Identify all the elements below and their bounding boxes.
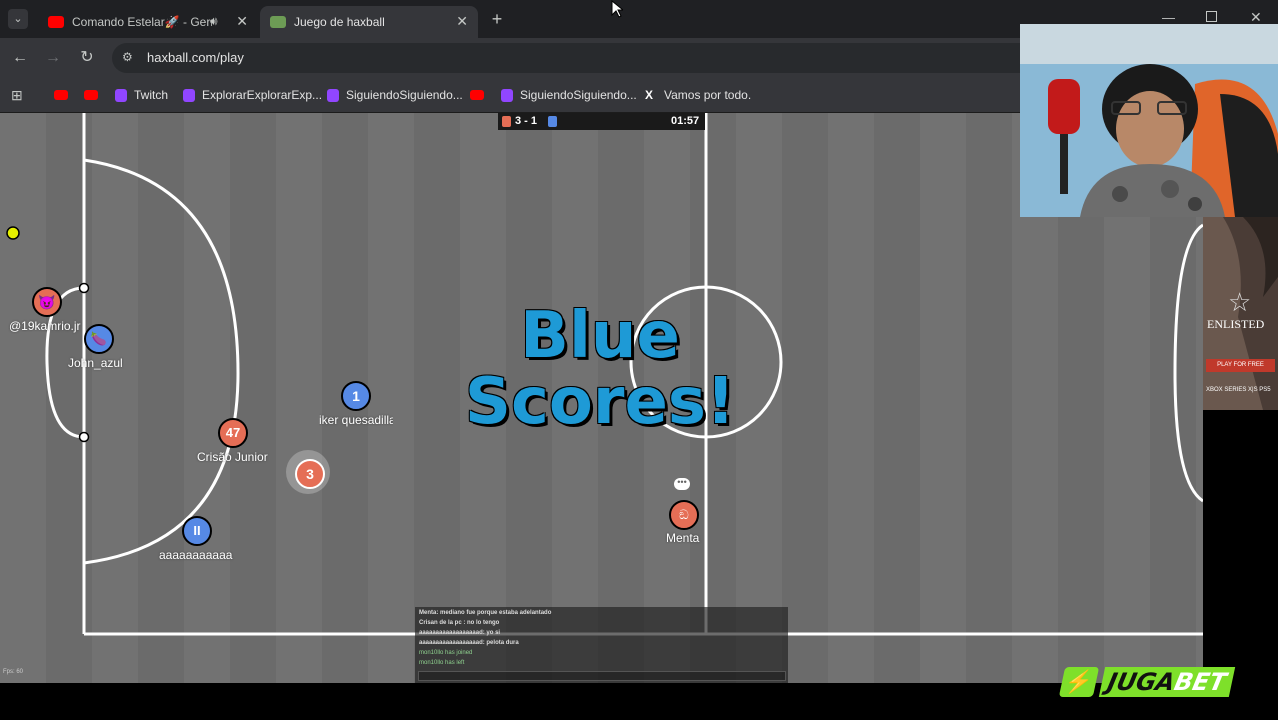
chat-bubble-icon: ••• xyxy=(674,478,690,490)
player-disc-red: 😈 xyxy=(32,287,62,317)
lightning-icon: ⚡ xyxy=(1058,667,1100,697)
apps-icon[interactable]: ⊞ xyxy=(11,87,23,103)
mouse-cursor-icon xyxy=(611,0,625,23)
jugabet-wordmark: JUGABET xyxy=(1098,667,1235,697)
x-icon: X xyxy=(645,88,654,102)
new-tab-button[interactable]: + xyxy=(487,9,507,29)
bookmark-label: ExplorarExplorarExp... xyxy=(202,88,323,102)
twitch-icon xyxy=(501,88,513,102)
chat-panel: Menta: mediano fue porque estaba adelant… xyxy=(415,607,788,683)
chat-message: aaaaaaaaaaaaaaaaaad: yo si xyxy=(419,630,501,636)
bookmark-label: Vamos por todo. xyxy=(664,88,752,102)
fps-counter: Fps: 60 xyxy=(3,669,24,675)
close-tab-icon[interactable]: ✕ xyxy=(236,13,248,30)
player-disc-red: 47 xyxy=(218,418,248,448)
chat-message: Menta: mediano fue porque estaba adelant… xyxy=(419,610,552,616)
goal-banner-line2: Scores! xyxy=(464,365,736,439)
haxball-icon xyxy=(270,16,286,28)
player-name: Menta xyxy=(666,531,700,545)
tab-title: Comando Estelar🚀 - Germ xyxy=(72,15,212,29)
red-team-indicator xyxy=(502,116,511,127)
bookmark-youtube-1[interactable] xyxy=(54,87,75,103)
chevron-down-icon: ⌄ xyxy=(13,13,23,25)
player-name: John_azul xyxy=(68,356,123,370)
chat-notice: mon10llo has left xyxy=(419,660,465,666)
match-timer: 01:57 xyxy=(671,115,700,127)
ad-play-button[interactable]: PLAY FOR FREE xyxy=(1206,359,1275,372)
bookmark-youtube-3[interactable] xyxy=(470,87,491,103)
scoreboard: 3 - 1 01:57 xyxy=(498,113,705,130)
player-name: aaaaaaaaaaa xyxy=(159,548,233,562)
bookmark-twitch-following[interactable]: SiguiendoSiguiendo... xyxy=(327,87,463,103)
site-info-icon[interactable]: ⚙ xyxy=(122,50,133,64)
youtube-icon xyxy=(470,90,484,100)
bookmark-x[interactable]: X Vamos por todo. xyxy=(645,87,751,103)
back-button[interactable]: ← xyxy=(9,47,31,69)
streamer-camera-image xyxy=(1020,24,1278,217)
bookmark-label: SiguiendoSiguiendo... xyxy=(346,88,463,102)
bookmark-twitch-following-2[interactable]: SiguiendoSiguiendo... xyxy=(501,87,637,103)
score-text: 3 - 1 xyxy=(515,115,538,127)
player-name: iker quesadilla xyxy=(319,413,393,427)
webcam-overlay xyxy=(1020,24,1278,217)
jugabet-logo: ⚡ JUGABET xyxy=(1058,664,1260,700)
twitch-icon xyxy=(115,88,127,102)
goal-banner: Blue Scores! xyxy=(440,303,760,435)
speaker-icon[interactable]: 🔊︎ xyxy=(210,14,218,29)
twitch-icon xyxy=(327,88,339,102)
enlisted-ad[interactable]: ☆ ENLISTED PLAY FOR FREE XBOX SERIES X|S… xyxy=(1203,217,1278,410)
forward-button[interactable]: → xyxy=(42,47,64,69)
chat-input[interactable] xyxy=(418,671,786,681)
close-tab-icon[interactable]: ✕ xyxy=(456,13,468,30)
ad-platforms: XBOX SERIES X|S PS5 xyxy=(1206,387,1271,393)
jugabet-part2: BET xyxy=(1171,668,1229,696)
chat-notice: mon10llo has joined xyxy=(419,650,473,656)
reload-button[interactable]: ↻ xyxy=(76,47,98,69)
tab-title: Juego de haxball xyxy=(294,15,385,29)
player-disc-red: 3 xyxy=(295,459,325,489)
player-disc-blue: 1 xyxy=(341,381,371,411)
player-disc-blue: II xyxy=(182,516,212,546)
bookmark-twitch[interactable]: Twitch xyxy=(115,87,168,103)
bookmark-youtube-2[interactable] xyxy=(84,87,105,103)
ball xyxy=(6,226,20,240)
minimize-button[interactable]: — xyxy=(1162,10,1175,25)
youtube-icon xyxy=(48,16,64,28)
bookmark-label: SiguiendoSiguiendo... xyxy=(520,88,637,102)
url-text: haxball.com/play xyxy=(147,50,244,65)
restore-button[interactable] xyxy=(1206,11,1217,22)
side-panel xyxy=(1203,410,1278,683)
bookmark-label: Twitch xyxy=(134,88,169,102)
chat-message: aaaaaaaaaaaaaaaaaad: pelota dura xyxy=(419,640,519,646)
chat-message: Crisan de la pc : no lo tengo xyxy=(419,620,500,626)
ad-title: ENLISTED xyxy=(1207,317,1265,331)
goal-banner-line1: Blue xyxy=(520,299,680,373)
bookmark-twitch-explore[interactable]: ExplorarExplorarExp... xyxy=(183,87,322,103)
tab-youtube[interactable]: Comando Estelar🚀 - Germ 🔊︎ ✕ xyxy=(38,6,258,38)
star-icon: ☆ xyxy=(1228,287,1252,317)
twitch-icon xyxy=(183,88,195,102)
player-name: Crisão Junior xyxy=(197,450,268,464)
player-disc-blue: 🍆 xyxy=(84,324,114,354)
tab-search-button[interactable]: ⌄ xyxy=(8,9,28,29)
youtube-icon xyxy=(54,90,68,100)
blue-team-indicator xyxy=(548,116,557,127)
jugabet-part1: JUGA xyxy=(1105,668,1178,696)
player-disc-red: ඞ xyxy=(669,500,699,530)
youtube-icon xyxy=(84,90,98,100)
tab-haxball[interactable]: Juego de haxball ✕ xyxy=(260,6,478,38)
player-name: @19kamrio.jr xyxy=(9,319,81,333)
